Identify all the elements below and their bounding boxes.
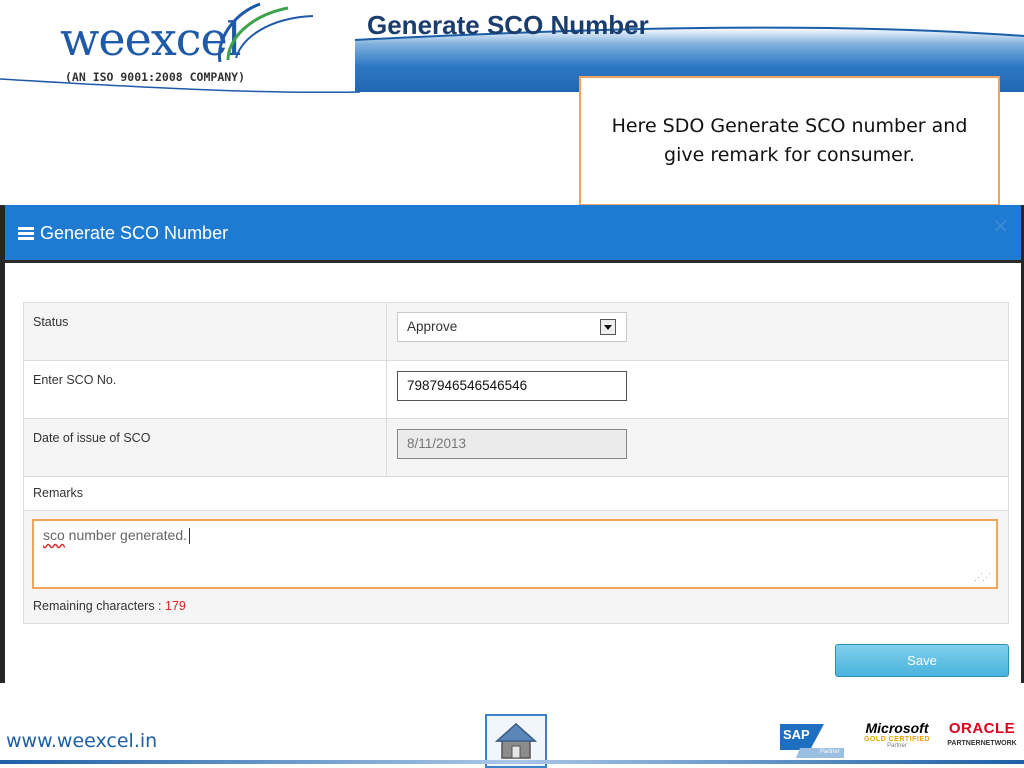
sco-form: Status Approve Enter SCO No. 79879465465…: [23, 302, 1009, 624]
oracle-sub: PARTNERNETWORK: [947, 740, 1017, 747]
logo-swoosh-icon: [217, 2, 314, 63]
list-icon: [18, 227, 34, 240]
status-select[interactable]: Approve: [397, 312, 627, 342]
status-select-value: Approve: [407, 319, 458, 334]
remarks-textarea[interactable]: sco number generated. ⋰⋰: [32, 519, 998, 589]
modal-title: Generate SCO Number: [18, 223, 228, 244]
microsoft-sub: Partner: [887, 743, 907, 749]
generate-sco-modal: Generate SCO Number ✕ Status Approve Ent…: [0, 205, 1024, 683]
date-issue-row: Date of issue of SCO 8/11/2013: [24, 419, 1008, 477]
misspelled-word: sco: [43, 527, 65, 543]
sap-sub: Partner: [820, 749, 840, 755]
microsoft-text: Microsoft: [865, 720, 929, 736]
sco-no-label: Enter SCO No.: [33, 373, 117, 387]
text-caret: [189, 528, 190, 545]
sap-text: SAP: [783, 727, 810, 742]
oracle-partner-logo: ORACLE PARTNERNETWORK: [944, 720, 1020, 747]
instruction-callout: Here SDO Generate SCO number and give re…: [579, 76, 1000, 206]
modal-header: Generate SCO Number ✕: [5, 205, 1021, 263]
remarks-body-row: sco number generated. ⋰⋰ Remaining chara…: [24, 511, 1008, 623]
website-link[interactable]: www.weexcel.in: [6, 730, 157, 752]
resize-grip-icon[interactable]: ⋰⋰: [974, 572, 991, 583]
sap-partner-logo: SAP Partner: [780, 718, 844, 758]
microsoft-cert: GOLD CERTIFIED: [863, 736, 931, 743]
remaining-characters: Remaining characters : 179: [33, 599, 186, 613]
remarks-label: Remarks: [33, 486, 84, 500]
status-row: Status Approve: [24, 303, 1008, 361]
microsoft-partner-logo: Microsoft GOLD CERTIFIED Partner: [858, 720, 936, 749]
save-button[interactable]: Save: [835, 644, 1009, 677]
remarks-header-row: Remarks: [24, 477, 1008, 511]
remaining-count: 179: [165, 599, 186, 613]
footer-divider: [0, 760, 1024, 764]
header-divider-line: [0, 78, 360, 94]
home-icon: [495, 722, 537, 759]
modal-title-text: Generate SCO Number: [40, 223, 229, 243]
slide-title: Generate SCO Number: [367, 10, 649, 40]
close-icon[interactable]: ✕: [992, 214, 1009, 239]
callout-text: Here SDO Generate SCO number and give re…: [611, 115, 968, 166]
oracle-text: ORACLE: [948, 720, 1016, 737]
sco-no-row: Enter SCO No. 7987946546546546: [24, 361, 1008, 419]
chevron-down-icon[interactable]: [600, 319, 616, 335]
date-issue-input: 8/11/2013: [397, 429, 627, 459]
remaining-label: Remaining characters :: [33, 599, 162, 613]
status-label: Status: [33, 315, 69, 329]
remarks-text: number generated.: [64, 527, 187, 543]
date-issue-label: Date of issue of SCO: [33, 431, 151, 445]
sco-no-input[interactable]: 7987946546546546: [397, 371, 627, 401]
